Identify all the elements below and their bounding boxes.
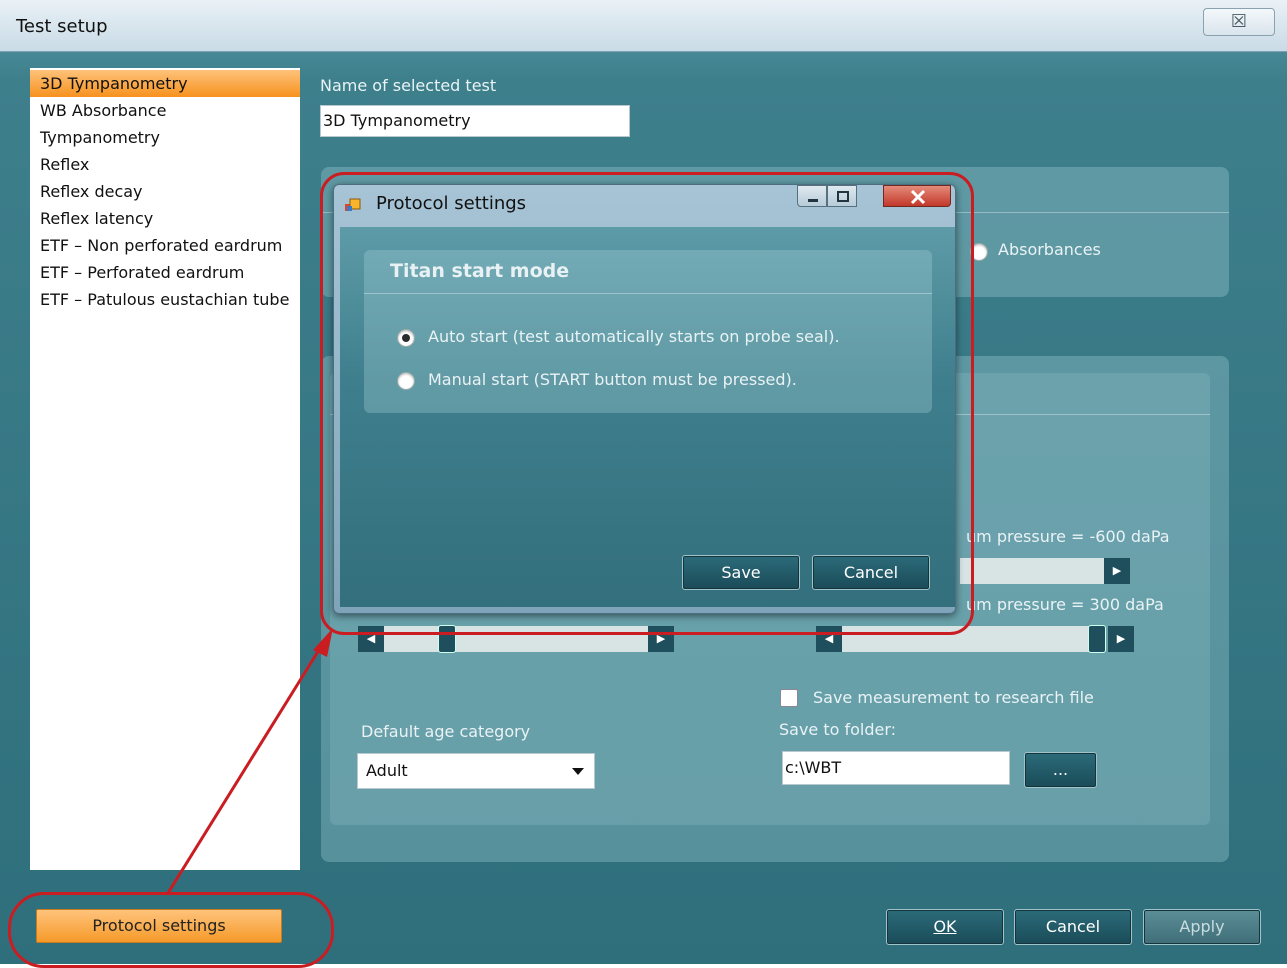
test-setup-window: Test setup ☒ 3D Tympanometry WB Absorban…: [0, 0, 1287, 968]
annotation-arrow: [166, 628, 333, 894]
